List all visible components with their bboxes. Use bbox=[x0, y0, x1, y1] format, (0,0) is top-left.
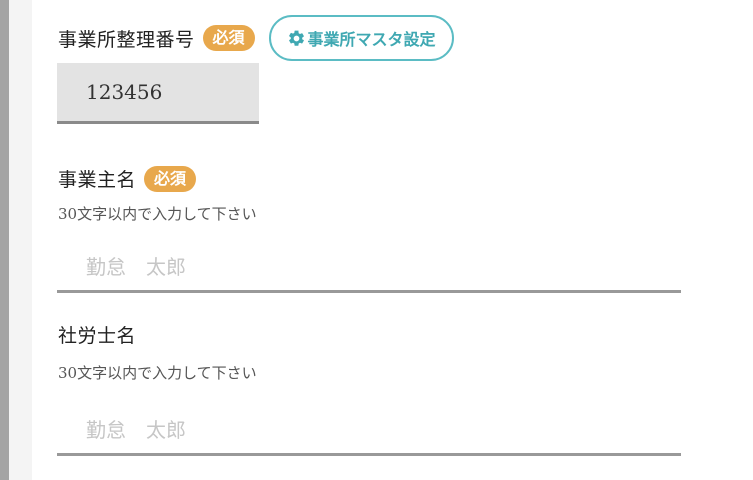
scrollbar-track[interactable] bbox=[0, 0, 9, 480]
office-master-settings-button[interactable]: 事業所マスタ設定 bbox=[268, 15, 454, 61]
left-gutter bbox=[9, 0, 32, 480]
labor-consultant-label: 社労士名 bbox=[58, 325, 137, 347]
office-number-label: 事業所整理番号 bbox=[58, 28, 195, 51]
form-content: 事業所整理番号 必須 事業所マスタ設定 123456 事業主名 必須 30文字以… bbox=[32, 0, 753, 480]
labor-consultant-label-row: 社労士名 bbox=[58, 321, 136, 348]
form-frame: 事業所整理番号 必須 事業所マスタ設定 123456 事業主名 必須 30文字以… bbox=[0, 0, 753, 480]
owner-name-hint: 30文字以内で入力して下さい bbox=[58, 205, 257, 223]
labor-consultant-input[interactable] bbox=[57, 406, 681, 456]
owner-name-required-badge: 必須 bbox=[144, 165, 197, 192]
owner-name-input[interactable] bbox=[57, 243, 681, 293]
owner-name-label: 事業主名 bbox=[58, 169, 137, 191]
office-number-required-badge: 必須 bbox=[202, 25, 255, 51]
office-number-input[interactable]: 123456 bbox=[57, 63, 259, 124]
office-number-label-row: 事業所整理番号 必須 事業所マスタ設定 bbox=[58, 15, 454, 61]
gear-icon bbox=[287, 29, 306, 48]
office-master-settings-label: 事業所マスタ設定 bbox=[307, 30, 436, 49]
owner-name-label-row: 事業主名 必須 bbox=[58, 165, 197, 192]
labor-consultant-hint: 30文字以内で入力して下さい bbox=[58, 364, 257, 382]
